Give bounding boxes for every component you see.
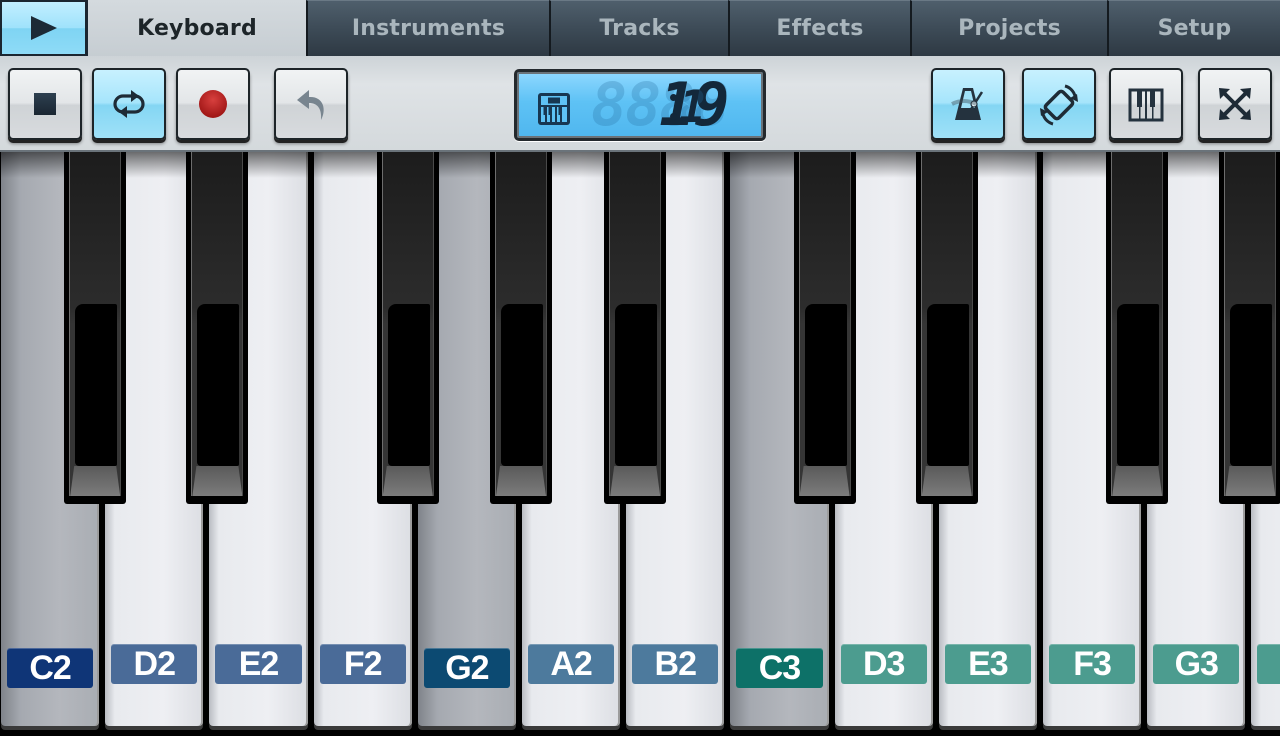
black-key-a-sharp2[interactable]: [604, 152, 667, 504]
tab-instruments[interactable]: Instruments: [306, 0, 549, 56]
black-key-body: [69, 152, 122, 496]
tab-label: Instruments: [351, 16, 506, 41]
lcd-colon: [670, 94, 677, 120]
tab-label: Setup: [1157, 16, 1232, 41]
black-key-c-sharp3[interactable]: [793, 152, 856, 504]
black-key-face: [501, 304, 543, 466]
black-key-face: [1117, 304, 1160, 466]
record-button[interactable]: [176, 68, 250, 140]
piano-view-button[interactable]: [1109, 68, 1183, 140]
black-key-body: [1111, 152, 1164, 496]
black-key-body: [920, 152, 973, 496]
loop-icon: [113, 90, 145, 118]
play-icon: [30, 16, 57, 40]
undo-icon: [297, 90, 324, 120]
black-key-body: [495, 152, 547, 496]
tab-projects[interactable]: Projects: [910, 0, 1107, 56]
black-key-body: [191, 152, 244, 496]
fullscreen-button[interactable]: [1198, 68, 1272, 140]
loop-button[interactable]: [92, 68, 166, 140]
black-key-d-sharp3[interactable]: [915, 152, 978, 504]
black-key-tip: [921, 466, 972, 496]
note-label: C3: [736, 648, 823, 688]
black-key-face: [926, 304, 969, 466]
tab-tracks[interactable]: Tracks: [549, 0, 728, 56]
record-icon: [199, 90, 227, 118]
stop-button[interactable]: [8, 68, 82, 140]
metronome-icon: [951, 88, 984, 120]
stop-icon: [34, 93, 56, 115]
black-key-g-sharp2[interactable]: [490, 152, 552, 504]
note-label: E3: [944, 644, 1031, 684]
note-label: D3: [840, 644, 927, 684]
black-key-f-sharp2[interactable]: [376, 152, 439, 504]
black-key-tip: [70, 466, 121, 496]
rotate-screen-icon: [1040, 84, 1078, 126]
tab-keyboard[interactable]: Keyboard: [88, 0, 306, 56]
note-label: F2: [319, 644, 406, 684]
lcd-beat: 1: [679, 82, 706, 133]
note-label: C2: [7, 648, 94, 688]
piano-keyboard: C2 D2 E2 F2 G2 A2 B2 C3 D3 E3 F3 G3 A3: [0, 152, 1280, 736]
tab-label: Projects: [958, 16, 1061, 41]
lcd-bar-value: 8819: [591, 75, 729, 135]
black-key-body: [798, 152, 851, 496]
black-key-face: [197, 304, 240, 466]
note-label: D2: [111, 644, 198, 684]
black-key-c-sharp2[interactable]: [64, 152, 127, 504]
rotate-screen-button[interactable]: [1022, 68, 1096, 140]
black-key-g-sharp3[interactable]: [1219, 152, 1280, 504]
tab-label: Effects: [776, 16, 864, 41]
metronome-button[interactable]: [931, 68, 1005, 140]
black-key-tip: [496, 466, 546, 496]
note-label: G2: [423, 648, 510, 688]
black-key-f-sharp3[interactable]: [1106, 152, 1169, 504]
note-label: E2: [215, 644, 302, 684]
expand-icon: [1219, 88, 1251, 120]
play-button[interactable]: [0, 0, 88, 56]
black-key-body: [609, 152, 662, 496]
note-label: A3: [1257, 644, 1280, 684]
black-key-tip: [192, 466, 243, 496]
black-key-body: [381, 152, 434, 496]
tab-label: Keyboard: [137, 15, 257, 41]
black-key-face: [615, 304, 658, 466]
position-display: 8888 8819 8 1: [514, 69, 766, 141]
black-key-face: [1230, 304, 1273, 466]
black-key-tip: [799, 466, 850, 496]
transport-toolbar: 8888 8819 8 1: [0, 56, 1280, 152]
tab-label: Tracks: [599, 16, 680, 41]
undo-button[interactable]: [274, 68, 348, 140]
black-key-tip: [610, 466, 661, 496]
note-label: G3: [1153, 644, 1240, 684]
tab-setup[interactable]: Setup: [1107, 0, 1280, 56]
black-key-tip: [382, 466, 433, 496]
black-key-tip: [1225, 466, 1276, 496]
note-label: F3: [1049, 644, 1136, 684]
black-key-d-sharp2[interactable]: [186, 152, 249, 504]
black-key-body: [1224, 152, 1277, 496]
black-key-face: [804, 304, 847, 466]
tab-bar: Keyboard Instruments Tracks Effects Proj…: [0, 0, 1280, 56]
tab-effects[interactable]: Effects: [728, 0, 910, 56]
piano-keys-icon: [1128, 88, 1164, 122]
black-key-tip: [1112, 466, 1163, 496]
note-label: B2: [632, 644, 719, 684]
black-key-face: [75, 304, 118, 466]
note-label: A2: [528, 644, 615, 684]
keyboard-instrument-icon: [538, 93, 570, 125]
black-key-face: [387, 304, 430, 466]
